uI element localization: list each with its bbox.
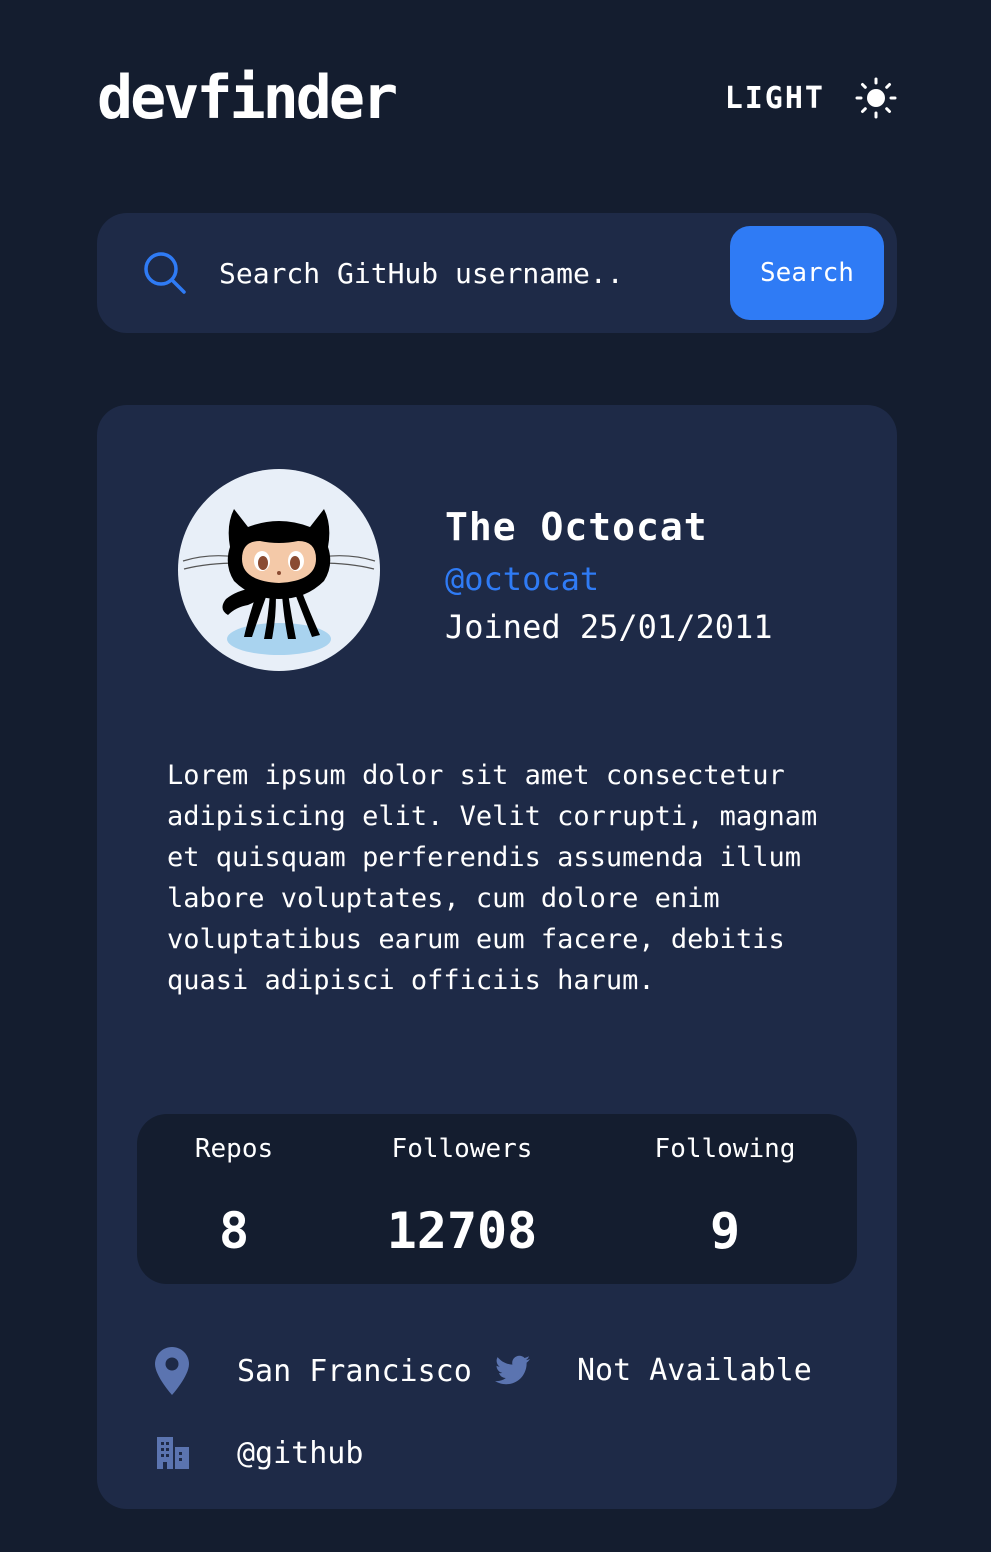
- profile-card: The Octocat @octocat Joined 25/01/2011 L…: [97, 405, 897, 1509]
- location-pin-icon: [155, 1347, 189, 1395]
- profile-joined-date: Joined 25/01/2011: [445, 608, 773, 646]
- sun-icon[interactable]: [855, 77, 897, 119]
- stat-repos-value: 8: [218, 1202, 250, 1260]
- theme-toggle-label[interactable]: LIGHT: [725, 81, 825, 116]
- company-row: @github: [155, 1435, 363, 1471]
- stat-following-label: Following: [654, 1134, 796, 1164]
- search-bar: Search: [97, 213, 897, 333]
- building-icon: [157, 1437, 189, 1469]
- page: devfinder LIGHT Search GitHub username..…: [0, 0, 991, 1552]
- search-input[interactable]: [219, 243, 809, 303]
- app-logo: devfinder: [97, 63, 398, 133]
- stat-following: Following 9: [625, 1114, 825, 1284]
- location-row: San Francisco: [155, 1347, 472, 1395]
- twitter-text: Not Available: [577, 1353, 812, 1388]
- stats-panel: Repos 8 Followers 12708 Following 9: [137, 1114, 857, 1284]
- stat-followers: Followers 12708: [362, 1114, 562, 1284]
- theme-toggle-button[interactable]: LIGHT: [725, 74, 897, 122]
- octocat-avatar-image: [182, 509, 376, 655]
- header: devfinder LIGHT: [97, 58, 897, 138]
- stat-following-value: 9: [709, 1202, 741, 1260]
- stat-followers-value: 12708: [386, 1202, 538, 1260]
- twitter-icon: [495, 1355, 530, 1385]
- location-text: San Francisco: [237, 1353, 472, 1389]
- profile-name: The Octocat: [445, 505, 708, 549]
- search-button[interactable]: Search: [730, 226, 884, 320]
- profile-login-link[interactable]: @octocat: [445, 560, 599, 598]
- stat-repos-label: Repos: [194, 1134, 274, 1164]
- search-icon: [144, 252, 186, 294]
- avatar: [178, 469, 380, 671]
- profile-bio: Lorem ipsum dolor sit amet consectetur a…: [167, 760, 818, 996]
- stat-followers-label: Followers: [391, 1134, 533, 1164]
- company-link[interactable]: @github: [237, 1436, 363, 1471]
- stat-repos: Repos 8: [164, 1114, 304, 1284]
